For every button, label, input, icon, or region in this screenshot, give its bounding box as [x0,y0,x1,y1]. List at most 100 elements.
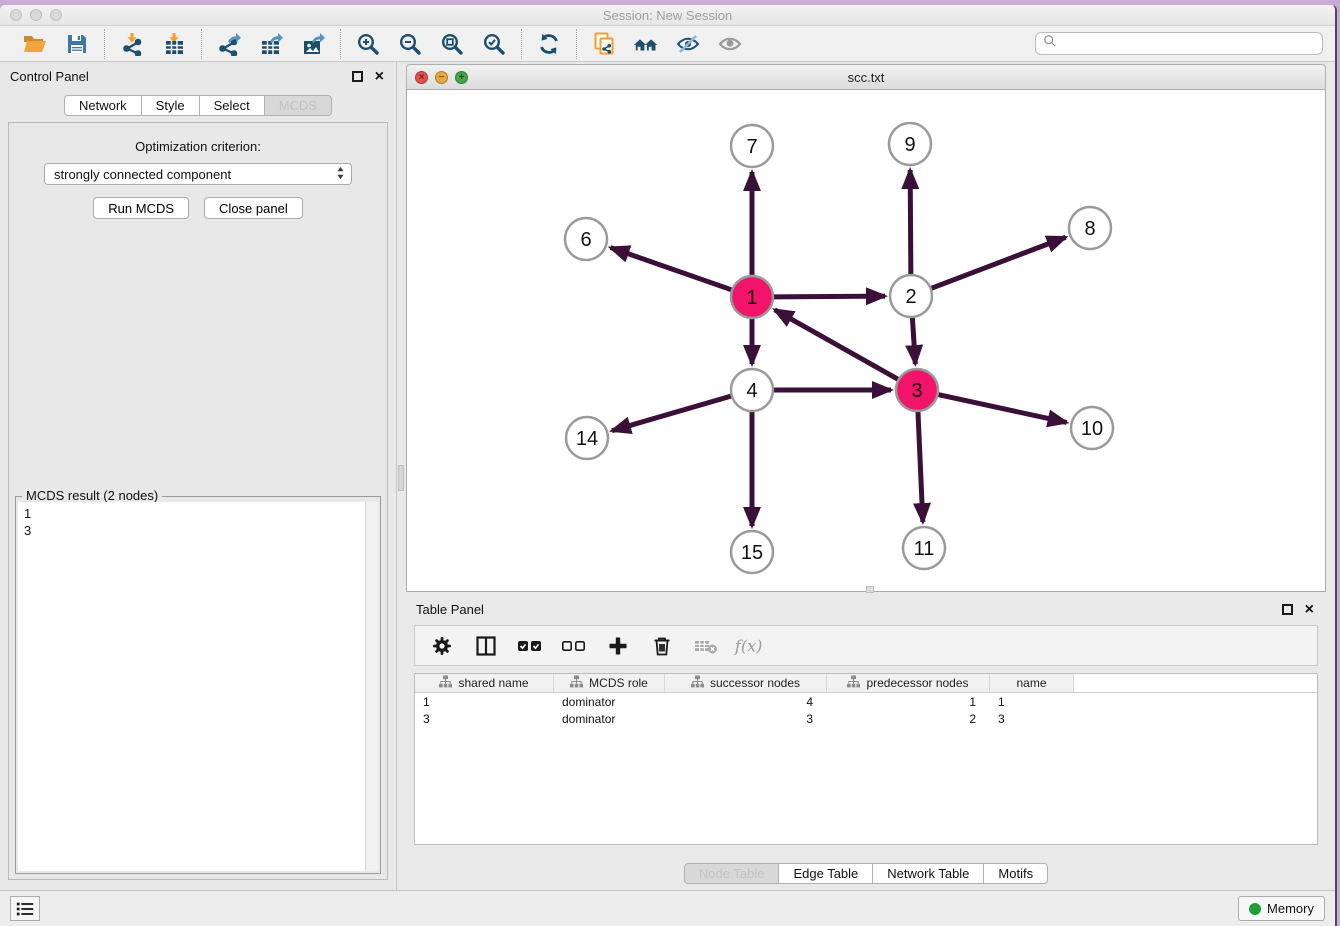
table-row[interactable]: 1dominator411 [415,693,1317,710]
run-mcds-button[interactable]: Run MCDS [93,197,189,219]
close-table-panel-icon[interactable]: × [1305,604,1314,615]
cell-predecessor-nodes[interactable]: 2 [827,712,990,726]
column-header-predecessor-nodes[interactable]: predecessor nodes [827,674,990,692]
minimize-window-button[interactable] [30,9,42,21]
panel-splitter[interactable] [396,62,404,890]
edge-3-1[interactable] [775,310,899,380]
tab-motifs[interactable]: Motifs [984,863,1048,884]
open-session-button[interactable] [20,30,50,58]
graph-node-10[interactable]: 10 [1071,407,1113,449]
network-view-window: ×−+ scc.txt 7 9 6 8 1 2 4 3 14 10 15 11 [406,64,1326,592]
window-traffic-lights-inactive[interactable] [10,9,62,21]
network-canvas[interactable]: 7 9 6 8 1 2 4 3 14 10 15 11 [406,90,1326,592]
graph-node-8[interactable]: 8 [1069,207,1111,249]
edge-3-11[interactable] [918,411,923,522]
app-window: Session: New Session Control Panel × Net… [0,5,1337,926]
tab-mcds[interactable]: MCDS [265,95,332,116]
edge-2-9[interactable] [910,170,911,275]
refresh-button[interactable] [534,30,564,58]
cell-shared-name[interactable]: 1 [415,695,554,709]
tab-network-table[interactable]: Network Table [873,863,984,884]
column-header-shared-name[interactable]: shared name [415,674,554,692]
graph-node-6[interactable]: 6 [565,218,607,260]
graph-node-15[interactable]: 15 [731,531,773,573]
column-header-name[interactable]: name [990,674,1074,692]
graph-node-11[interactable]: 11 [903,527,945,569]
deselect-all-checkboxes-button[interactable] [557,629,591,663]
zoom-in-button[interactable] [353,30,383,58]
save-session-button[interactable] [62,30,92,58]
edge-2-3[interactable] [912,317,915,364]
search-input[interactable] [1062,36,1315,51]
result-scrollbar[interactable] [365,502,378,871]
cell-successor-nodes[interactable]: 4 [665,695,827,709]
float-panel-icon[interactable] [352,71,363,82]
network-resize-grip[interactable] [866,586,874,593]
tab-style[interactable]: Style [142,95,200,116]
cell-mcds-role[interactable]: dominator [554,712,665,726]
export-image-button[interactable] [298,30,328,58]
edge-3-10[interactable] [938,394,1067,422]
mcds-result-text[interactable]: 1 3 [18,502,365,871]
edge-2-8[interactable] [931,237,1066,288]
cell-name[interactable]: 3 [990,712,1074,726]
graph-node-2[interactable]: 2 [890,275,932,317]
import-network-button[interactable] [117,30,147,58]
import-table-button[interactable] [159,30,189,58]
table-panel-title: Table Panel [416,602,484,617]
edge-1-2[interactable] [773,296,885,297]
split-column-button[interactable] [469,629,503,663]
minimize-view-button[interactable]: − [435,71,448,84]
refresh-icon [536,32,562,56]
cell-shared-name[interactable]: 3 [415,712,554,726]
table-row[interactable]: 3dominator323 [415,710,1317,727]
zoom-selected-button[interactable] [479,30,509,58]
graph-node-4[interactable]: 4 [731,369,773,411]
criterion-select[interactable]: strongly connected component [44,163,352,185]
network-window-titlebar[interactable]: ×−+ scc.txt [406,64,1326,90]
zoom-view-button[interactable]: + [455,71,468,84]
close-panel-button[interactable]: Close panel [204,197,303,219]
cell-mcds-role[interactable]: dominator [554,695,665,709]
tab-network[interactable]: Network [64,95,142,116]
memory-button[interactable]: Memory [1238,896,1325,921]
column-header-mcds-role[interactable]: MCDS role [554,674,665,692]
task-history-button[interactable] [10,896,40,921]
delete-column-button[interactable] [645,629,679,663]
svg-text:4: 4 [746,380,757,402]
graph-node-9[interactable]: 9 [889,123,931,165]
zoom-window-button[interactable] [50,9,62,21]
close-panel-icon[interactable]: × [375,71,384,82]
add-column-button[interactable] [601,629,635,663]
search-field[interactable] [1035,32,1323,55]
edge-4-14[interactable] [612,396,732,431]
tab-edge-table[interactable]: Edge Table [779,863,873,884]
graph-node-1[interactable]: 1 [731,276,773,318]
settings-gear-button[interactable] [425,629,459,663]
graph-node-3[interactable]: 3 [896,369,938,411]
float-table-panel-icon[interactable] [1282,604,1293,615]
cell-name[interactable]: 1 [990,695,1074,709]
zoom-out-button[interactable] [395,30,425,58]
tab-node-table[interactable]: Node Table [684,863,780,884]
clone-network-button[interactable] [589,30,619,58]
zoom-in-icon [355,32,381,56]
cell-successor-nodes[interactable]: 3 [665,712,827,726]
hide-selected-button[interactable] [673,30,703,58]
table-header-row: shared nameMCDS rolesuccessor nodesprede… [415,674,1317,693]
cell-predecessor-nodes[interactable]: 1 [827,695,990,709]
graph-node-14[interactable]: 14 [566,417,608,459]
export-table-button[interactable] [256,30,286,58]
export-network-button[interactable] [214,30,244,58]
tab-select[interactable]: Select [200,95,265,116]
show-all-button[interactable] [715,30,745,58]
close-view-button[interactable]: × [415,71,428,84]
zoom-fit-button[interactable] [437,30,467,58]
edge-1-6[interactable] [611,248,733,290]
select-all-checkboxes-button[interactable] [513,629,547,663]
close-window-button[interactable] [10,9,22,21]
graph-node-7[interactable]: 7 [731,125,773,167]
column-header-successor-nodes[interactable]: successor nodes [665,674,827,692]
window-title: Session: New Session [603,8,732,23]
home-button[interactable] [631,30,661,58]
